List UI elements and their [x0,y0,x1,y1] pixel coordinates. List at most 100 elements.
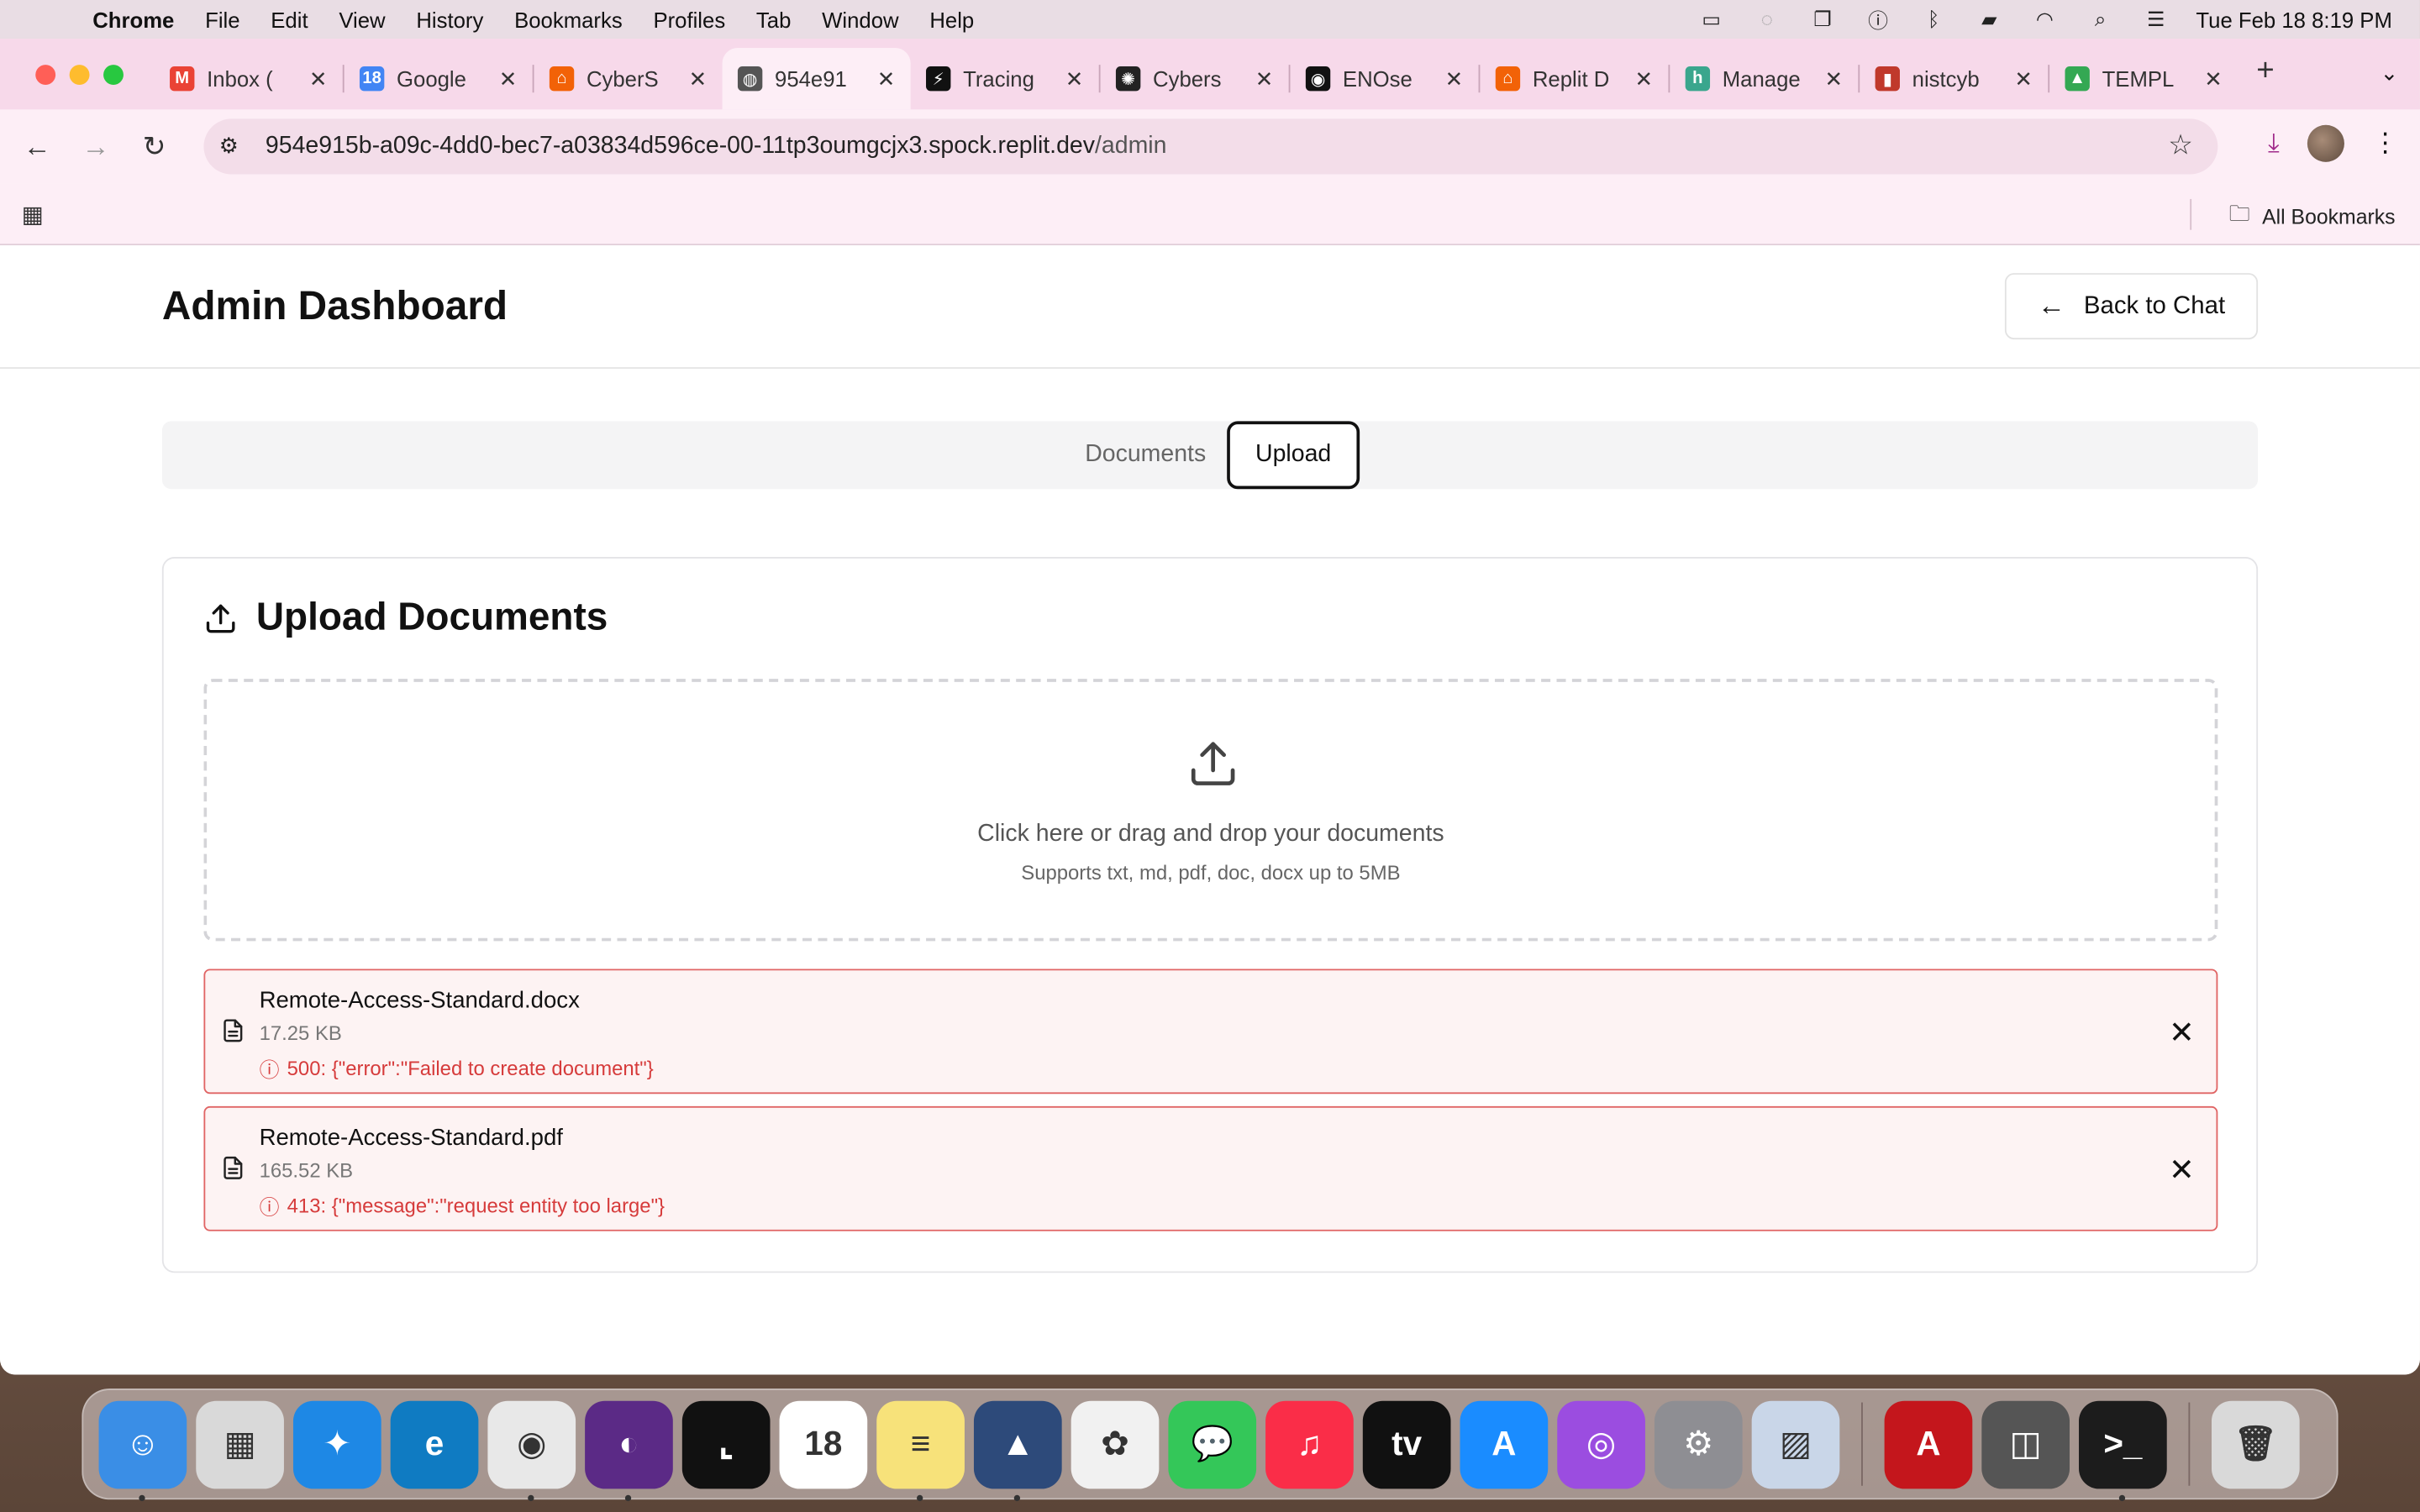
menu-help[interactable]: Help [929,7,974,31]
back-to-chat-button[interactable]: ← Back to Chat [2004,273,2259,340]
close-tab-icon[interactable]: ✕ [877,66,896,92]
wifi-icon[interactable]: ◠ [2029,7,2060,30]
file-dropzone[interactable]: Click here or drag and drop your documen… [203,679,2218,942]
tab-search-icon[interactable]: ⌄ [2381,60,2399,87]
close-tab-icon[interactable]: ✕ [2204,66,2223,92]
settings-icon[interactable]: ⚙ [1654,1399,1743,1488]
menu-tab[interactable]: Tab [756,7,791,31]
tab-title: Google [397,66,466,92]
menu-app-name[interactable]: Chrome [92,7,174,31]
browser-tab[interactable]: M Inbox (✕ [155,52,343,104]
browser-tab[interactable]: ◉ ENOse ✕ [1290,52,1478,104]
back-arrow-icon[interactable]: ← [18,130,55,163]
trash-icon[interactable]: 🗑 [2211,1399,2300,1488]
calendar-icon[interactable]: 18 [779,1399,868,1488]
tab-documents[interactable]: Documents [1085,441,1206,469]
close-tab-icon[interactable]: ✕ [1255,66,1274,92]
accessibility-icon[interactable]: ⓘ [1863,8,1894,33]
launchpad-icon[interactable]: ▦ [196,1399,284,1488]
bookmark-star-icon[interactable]: ☆ [2168,129,2193,162]
address-bar[interactable]: ⚙ 954e915b-a09c-4dd0-bec7-a03834d596ce-0… [203,118,2218,175]
chrome-icon[interactable]: ◉ [487,1399,576,1501]
remove-file-button[interactable]: ✕ [2169,1014,2195,1053]
image-capture-icon[interactable]: ◫ [1981,1399,2070,1488]
browser-tab[interactable]: ▮ nistcyb ✕ [1860,52,2048,104]
browser-tab[interactable]: ◍ 954e91 ✕ [722,47,911,110]
notes-icon[interactable]: ≡ [876,1399,965,1501]
replit-icon: ⌂ [1495,66,1521,92]
apps-grid-icon[interactable]: ▦ [22,201,44,228]
terminal-icon[interactable]: >_ [2079,1399,2167,1501]
upload-icon [1191,742,1235,785]
menu-file[interactable]: File [205,7,239,31]
battery-icon[interactable]: ▰ [1974,7,2005,30]
edge-icon[interactable]: e [390,1399,479,1488]
file-row: Remote-Access-Standard.docx 17.25 KB ⓘ 5… [203,969,2218,1095]
browser-window: M Inbox (✕ 18 Google ✕ ⌂ CyberS ✕ ◍ 954e91 ✕ ⚡ Traci… [0,38,2420,1375]
appstore-icon[interactable]: A [1460,1399,1549,1488]
menu-edit[interactable]: Edit [271,7,308,31]
safari-icon[interactable]: ✦ [292,1399,381,1488]
appletv-icon[interactable]: tv [1362,1399,1451,1488]
all-bookmarks-button[interactable]: 🗀 All Bookmarks [2229,199,2396,234]
enose-icon: ◉ [1305,66,1331,92]
menu-history[interactable]: History [416,7,483,31]
music-icon[interactable]: ♫ [1265,1399,1354,1488]
menu-bookmarks[interactable]: Bookmarks [514,7,623,31]
browser-tab[interactable]: 18 Google ✕ [345,52,533,104]
display-icon[interactable]: ▭ [1696,7,1727,30]
close-tab-icon[interactable]: ✕ [2014,66,2033,92]
forward-arrow-icon[interactable]: → [77,130,114,163]
chrome-menu-icon[interactable]: ⋮ [2372,128,2398,159]
menu-view[interactable]: View [339,7,385,31]
profile-avatar[interactable] [2307,124,2344,162]
close-tab-icon[interactable]: ✕ [1635,66,1654,92]
close-window-button[interactable] [35,65,56,86]
browser-tab[interactable]: ⌂ Replit D ✕ [1480,52,1668,104]
firefox-icon[interactable]: ◐ [585,1399,673,1501]
download-icon[interactable]: ⤓ [2268,128,2280,159]
stage-manager-icon[interactable]: ❐ [1807,7,1839,30]
running-indicator [1013,1494,1021,1501]
running-indicator [2118,1494,2126,1501]
codeium-icon[interactable]: ▲ [973,1399,1062,1501]
preview-icon[interactable]: ▨ [1751,1399,1840,1488]
messages-icon[interactable]: 💬 [1168,1399,1257,1488]
browser-tab[interactable]: ▲ TEMPL ✕ [2049,52,2238,104]
bluetooth-icon[interactable]: ᛒ [1918,8,1949,31]
browser-tab[interactable]: h Manage ✕ [1670,52,1858,104]
close-tab-icon[interactable]: ✕ [1445,66,1464,92]
dropzone-instructions: Click here or drag and drop your documen… [977,821,1444,848]
airdrop-icon[interactable]: ◌ [1751,8,1782,31]
screenshot-icon[interactable]: ⌞ [681,1399,771,1488]
photos-icon[interactable]: ✿ [1071,1399,1160,1488]
menubar-clock[interactable]: Tue Feb 18 8:19 PM [2196,7,2391,31]
site-info-icon[interactable]: ⚙ [219,133,239,159]
close-tab-icon[interactable]: ✕ [309,66,328,92]
browser-tab[interactable]: ⌂ CyberS ✕ [534,52,722,104]
tab-title: 954e91 [775,66,847,92]
new-tab-button[interactable]: + [2256,54,2274,109]
acrobat-icon[interactable]: A [1884,1399,1973,1488]
remove-file-button[interactable]: ✕ [2169,1151,2195,1189]
menu-window[interactable]: Window [822,7,898,31]
card-title: Upload Documents [255,595,608,639]
file-name: Remote-Access-Standard.pdf [259,1124,563,1152]
close-tab-icon[interactable]: ✕ [689,66,708,92]
file-error-text: 413: {"message":"request entity too larg… [287,1194,666,1218]
back-to-chat-label: Back to Chat [2083,292,2226,319]
spotlight-search-icon[interactable]: ⌕ [2085,7,2116,30]
close-tab-icon[interactable]: ✕ [1065,66,1084,92]
podcasts-icon[interactable]: ◎ [1557,1399,1645,1488]
reload-icon[interactable]: ↻ [136,130,173,163]
minimize-window-button[interactable] [69,65,90,86]
close-tab-icon[interactable]: ✕ [499,66,518,92]
menu-profiles[interactable]: Profiles [653,7,725,31]
zoom-window-button[interactable] [103,65,124,86]
browser-tab[interactable]: ⚡ Tracing ✕ [911,52,1099,104]
tab-upload[interactable]: Upload [1227,421,1360,490]
close-tab-icon[interactable]: ✕ [1824,66,1843,92]
finder-icon[interactable]: ☺ [98,1399,187,1501]
browser-tab[interactable]: ✺ Cybers ✕ [1101,52,1289,104]
control-center-icon[interactable]: ☰ [2140,7,2171,30]
